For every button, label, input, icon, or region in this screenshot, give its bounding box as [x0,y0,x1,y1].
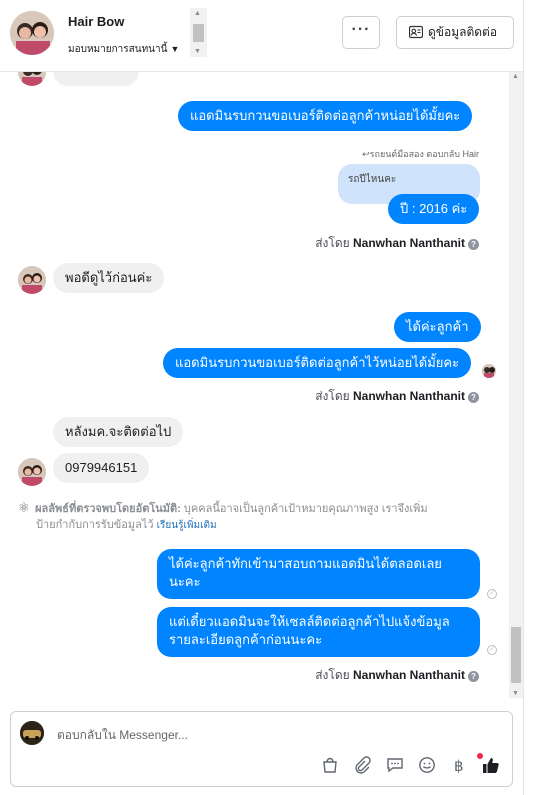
incoming-message-phone: 0979946151 [53,453,150,483]
page-avatar [20,721,44,745]
outgoing-message-multiline: แต่เดี๋ยวแอดมินจะให้เซลล์ติดต่อลูกค้าไปแ… [157,607,480,657]
scroll-down-arrow-icon[interactable]: ▼ [194,48,201,55]
scroll-down-arrow-icon[interactable]: ▼ [512,690,519,697]
delivered-check-icon: ✓ [487,589,497,599]
sent-by-label: ส่งโดย Nanwhan Nanthanit? [315,234,479,253]
help-question-icon[interactable]: ? [468,671,479,682]
like-thumb-icon[interactable] [480,756,502,778]
help-question-icon[interactable]: ? [468,392,479,403]
customer-avatar[interactable] [10,11,54,55]
panel-divider [523,0,533,795]
emoji-icon[interactable] [416,756,438,778]
incoming-message: พอดีดูไว้ก่อนค่ะ [53,263,165,293]
conversation-header: Hair Bow มอบหมายการสนทนานี้ ▼ ▲ ▼ ··· ดูข… [0,0,523,72]
customer-name: Hair Bow [68,14,125,29]
scroll-up-arrow-icon[interactable]: ▲ [194,10,201,17]
reply-arrow-icon: ↩ [362,149,370,159]
customer-avatar-small [18,266,46,294]
svg-text:฿: ฿ [454,757,464,774]
reply-input[interactable]: ตอบกลับใน Messenger... [57,726,188,745]
header-scrollbar[interactable]: ▲ ▼ [190,8,207,57]
delivered-check-icon: ✓ [487,645,497,655]
scrollbar-thumb[interactable] [511,627,521,683]
customer-avatar-small [18,458,46,486]
help-question-icon[interactable]: ? [468,239,479,250]
outgoing-message: ได้ค่ะลูกค้า [394,312,481,342]
seen-avatar [482,364,496,378]
customer-avatar-small [18,72,46,86]
incoming-message-clipped [53,72,139,86]
saved-reply-icon[interactable] [384,756,406,778]
thread-scrollbar[interactable]: ▲ ▼ [509,72,523,698]
reply-context-note: ↩รถยนต์มือสอง ตอบกลับ Hair [362,149,479,159]
view-contact-label: ดูข้อมูลติดต่อ [428,25,498,39]
outgoing-message: แอดมินรบกวนขอเบอร์ติดต่อลูกค้าหน่อยได้มั… [178,101,473,131]
outgoing-message-multiline: ได้ค่ะลูกค้าทักเข้ามาสอบถามแอดมินได้ตลอด… [157,549,480,599]
scrollbar-thumb[interactable] [193,24,204,42]
assign-label: มอบหมายการสนทนานี้ [68,44,168,55]
learn-more-link[interactable]: เรียนรู้เพิ่มเติม [157,520,217,531]
shop-bag-icon[interactable] [319,756,341,778]
attachment-icon[interactable] [351,756,373,778]
outgoing-message: ปี : 2016 ค่ะ [388,194,480,224]
scroll-up-arrow-icon[interactable]: ▲ [512,73,519,80]
atom-icon: ⚛ [18,500,30,515]
message-thread[interactable]: แอดมินรบกวนขอเบอร์ติดต่อลูกค้าหน่อยได้มั… [0,72,509,698]
incoming-message: หลังมค.จะติดต่อไป [53,417,184,447]
sent-by-label: ส่งโดย Nanwhan Nanthanit? [315,387,479,406]
reply-composer[interactable]: ตอบกลับใน Messenger... ฿ [10,711,513,787]
outgoing-message: แอดมินรบกวนขอเบอร์ติดต่อลูกค้าไว้หน่อยได… [163,348,472,378]
contact-card-icon [408,25,424,39]
assign-conversation-dropdown[interactable]: มอบหมายการสนทนานี้ ▼ [68,42,179,57]
payment-baht-icon[interactable]: ฿ [448,756,470,778]
view-contact-button[interactable]: ดูข้อมูลติดต่อ [396,16,514,49]
auto-detect-notice: ⚛ ผลลัพธ์ที่ตรวจพบโดยอัตโนมัติ: บุคคลนี้… [18,500,428,531]
sent-by-label: ส่งโดย Nanwhan Nanthanit? [315,666,479,685]
more-options-button[interactable]: ··· [342,16,380,49]
caret-down-icon: ▼ [170,44,180,54]
